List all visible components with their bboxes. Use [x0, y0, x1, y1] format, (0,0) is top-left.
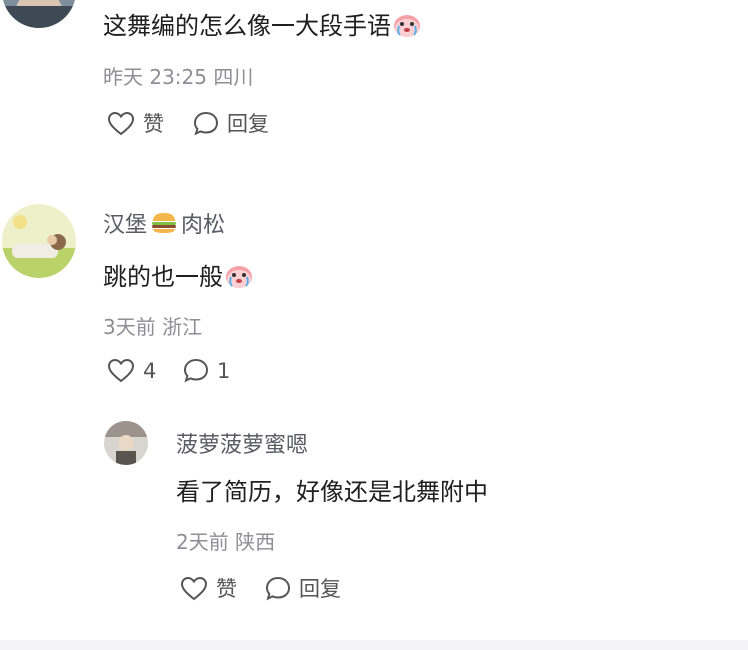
heart-icon — [107, 111, 135, 136]
comment-username[interactable]: 汉堡 肉松 — [103, 207, 225, 242]
reply-label: 回复 — [227, 112, 269, 136]
reply-button[interactable]: 回复 — [265, 573, 341, 603]
reply-label: 回复 — [299, 577, 341, 601]
crying-face-icon — [393, 12, 421, 44]
like-button[interactable]: 4 — [107, 358, 156, 383]
like-label: 赞 — [143, 112, 164, 136]
speech-bubble-icon — [265, 576, 291, 601]
comment-location: 四川 — [213, 65, 254, 89]
comment-location: 陕西 — [235, 530, 276, 554]
like-button[interactable]: 赞 — [180, 573, 237, 603]
heart-icon — [107, 358, 135, 383]
comment-meta: 昨天 23:25 四川 — [103, 61, 253, 90]
avatar[interactable] — [104, 421, 148, 465]
comment-text: 跳的也一般 — [103, 257, 253, 295]
like-count: 4 — [143, 358, 157, 383]
reply-button[interactable]: 回复 — [193, 108, 269, 138]
reply-count: 1 — [217, 358, 231, 383]
comment-time: 2天前 — [176, 530, 229, 554]
comment-text: 这舞编的怎么像一大段手语 — [103, 6, 421, 44]
avatar[interactable] — [2, 0, 76, 28]
reply-button[interactable]: 1 — [183, 358, 230, 383]
heart-icon — [180, 576, 208, 601]
crying-face-icon — [225, 263, 253, 295]
speech-bubble-icon — [193, 111, 219, 136]
avatar[interactable] — [2, 204, 76, 278]
comment-time: 3天前 — [103, 315, 156, 339]
like-button[interactable]: 赞 — [107, 108, 164, 138]
speech-bubble-icon — [183, 358, 209, 383]
like-label: 赞 — [216, 577, 237, 601]
comment-meta: 3天前 浙江 — [103, 311, 202, 340]
comment-text: 看了简历，好像还是北舞附中 — [176, 478, 488, 506]
comment-meta: 2天前 陕西 — [176, 526, 275, 555]
comment-username[interactable]: 菠萝菠萝蜜嗯 — [176, 427, 308, 459]
bottom-divider — [0, 640, 748, 650]
comment-time: 昨天 23:25 — [103, 65, 207, 89]
comment-location: 浙江 — [162, 315, 203, 339]
hamburger-icon — [150, 210, 178, 242]
